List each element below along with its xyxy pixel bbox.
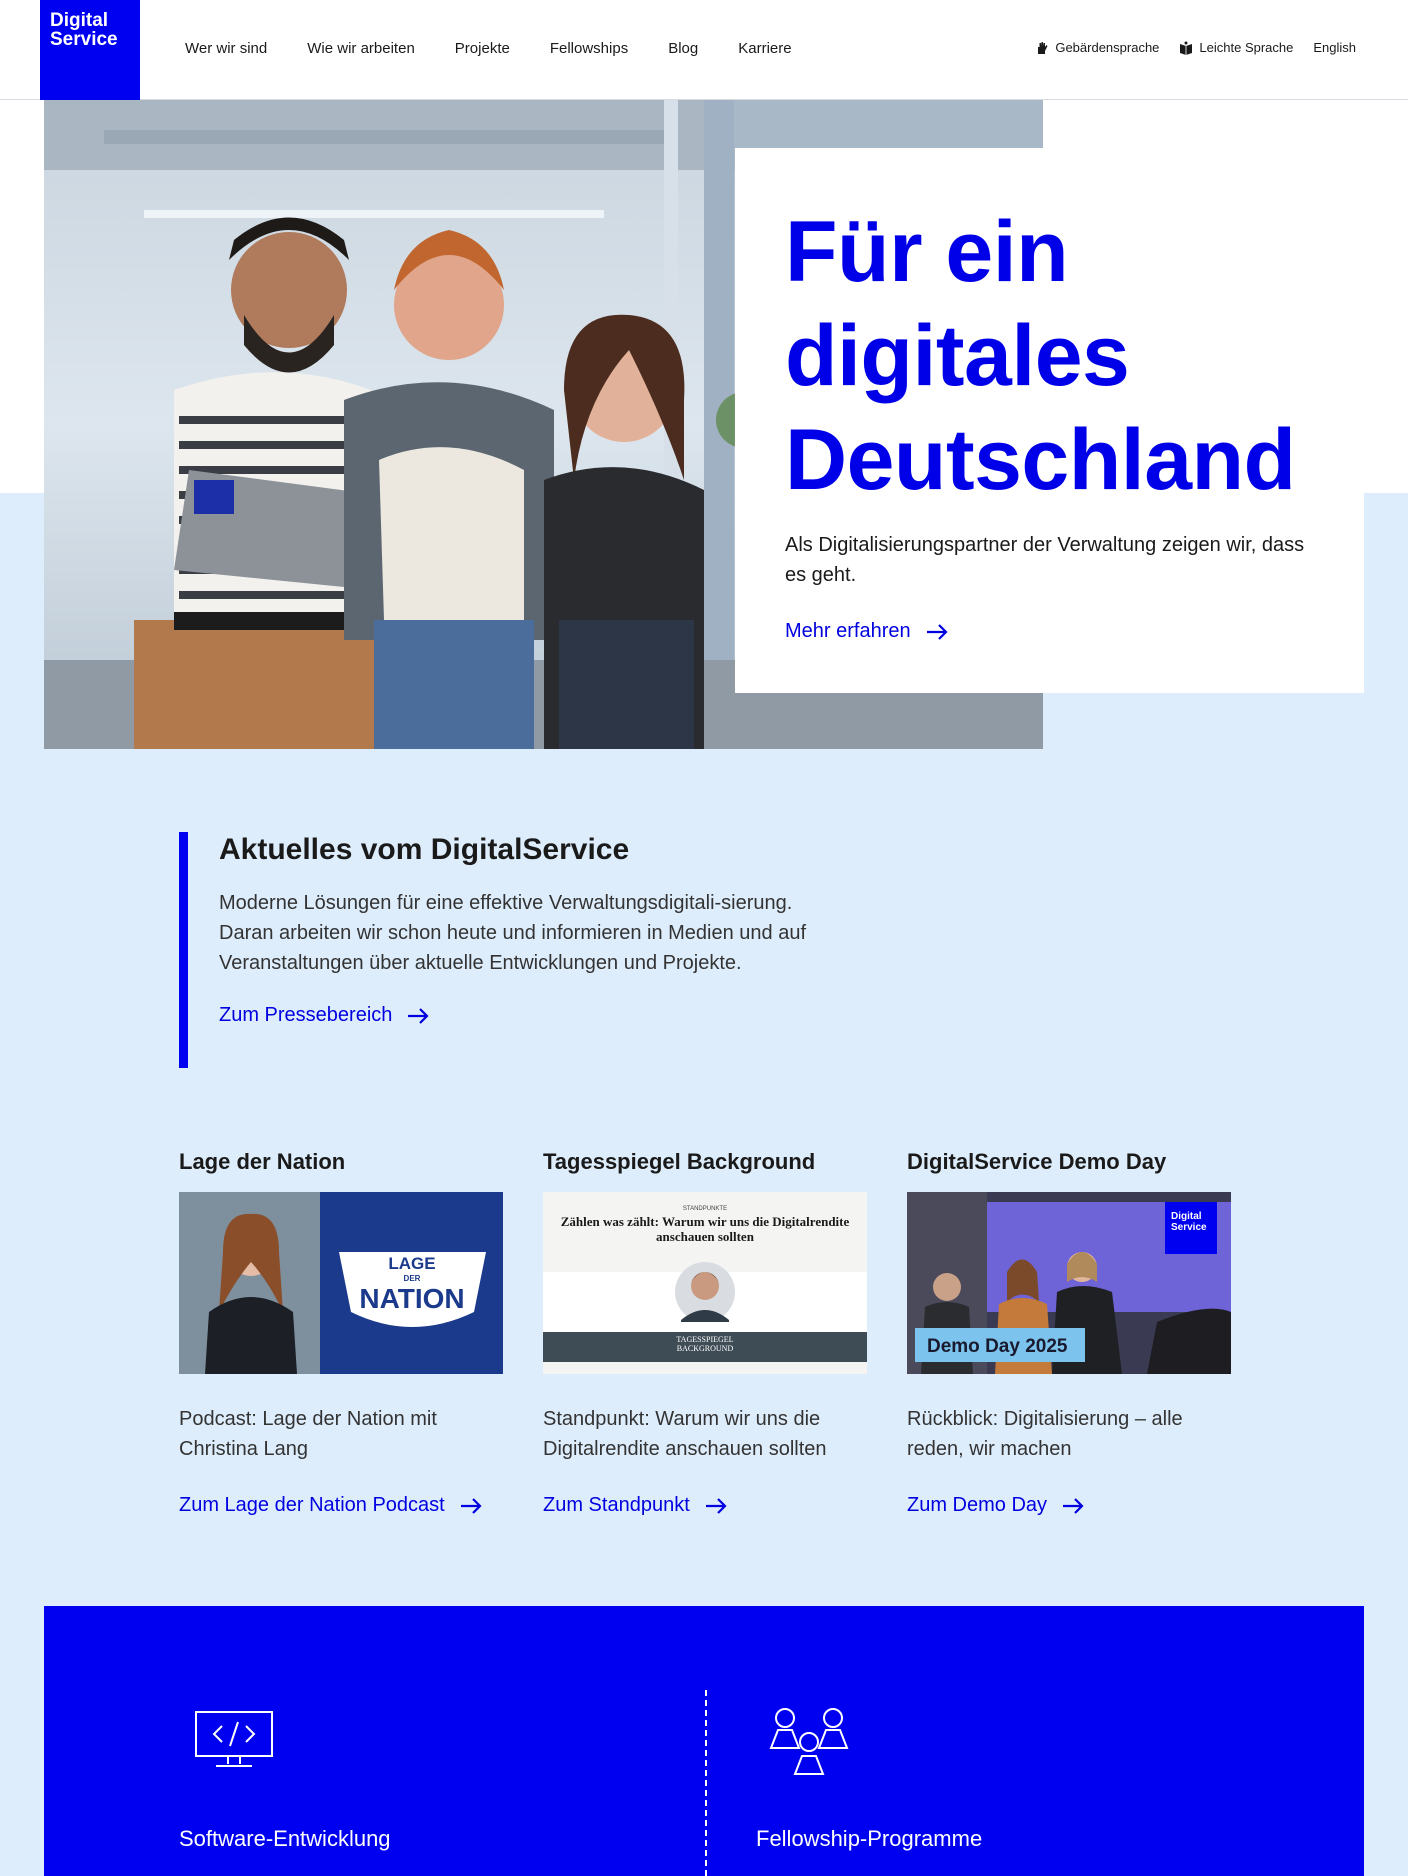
nav-item-fellowships[interactable]: Fellowships (550, 40, 628, 57)
nav-item-karriere[interactable]: Karriere (738, 40, 791, 57)
book-icon (1180, 41, 1193, 55)
card-title: DigitalService Demo Day (907, 1149, 1167, 1174)
tagesspiegel-thumbnail: STANDPUNKTE Zählen was zählt: Warum wir … (543, 1192, 867, 1374)
tagesspiegel-headline: Zählen was zählt: Warum wir uns die Digi… (560, 1214, 850, 1244)
lage-logo-text-1: LAGE (388, 1254, 435, 1273)
card-text: Standpunkt: Warum wir uns die Digitalren… (543, 1408, 827, 1460)
arrow-right-icon (408, 1007, 429, 1024)
site-header: Digital Service Wer wir sind Wie wir arb… (0, 0, 1408, 100)
hero-card: Für ein digitales Deutschland Als Digita… (735, 148, 1364, 693)
arrow-right-icon (460, 1497, 482, 1514)
lage-der-nation-link[interactable]: Zum Lage der Nation Podcast (179, 1494, 483, 1517)
nav-item-blog[interactable]: Blog (668, 40, 698, 57)
standpunkt-link-label: Zum Standpunkt (543, 1494, 690, 1516)
mehr-erfahren-link[interactable]: Mehr erfahren (785, 620, 949, 643)
demo-day-link[interactable]: Zum Demo Day (907, 1494, 1085, 1517)
dashed-divider (705, 1690, 707, 1876)
service-software-entwicklung[interactable]: Software-Entwicklung (179, 1826, 391, 1852)
news-title: Aktuelles vom DigitalService (219, 833, 630, 866)
mehr-erfahren-label: Mehr erfahren (785, 620, 911, 642)
news-card-demo-day: DigitalService Demo Day Digital Service (907, 1148, 1231, 1517)
hero-title-line-3: Deutschland (785, 412, 1296, 508)
main-navigation: Wer wir sind Wie wir arbeiten Projekte F… (185, 40, 792, 57)
sign-language-label: Gebärdensprache (1055, 40, 1160, 55)
card-text: Rückblick: Digitalisierung – alle reden,… (907, 1408, 1183, 1460)
tagesspiegel-kicker: STANDPUNKTE (683, 1206, 727, 1212)
lage-der-nation-thumbnail: LAGE DER NATION (179, 1192, 503, 1374)
pressebereich-link[interactable]: Zum Pressebereich (219, 1004, 430, 1027)
digitalservice-logo[interactable]: Digital Service (40, 0, 140, 100)
demo-day-logo-line-2: Service (1171, 1222, 1207, 1233)
easy-language-link[interactable]: Leichte Sprache (1179, 40, 1293, 55)
demo-day-logo-line-1: Digital (1171, 1211, 1202, 1222)
demo-day-badge: Demo Day 2025 (927, 1336, 1068, 1357)
tagesspiegel-footer-logo: TAGESSPIEGEL BACKGROUND (676, 1335, 734, 1353)
demo-day-image[interactable]: Digital Service Demo Day 2025 (907, 1192, 1231, 1374)
news-card-lage-der-nation: Lage der Nation LAGE DER NATION Podcast:… (179, 1148, 503, 1517)
card-title: Tagesspiegel Background (543, 1149, 816, 1174)
service-fellowship-programme[interactable]: Fellowship-Programme (756, 1826, 982, 1852)
english-link[interactable]: English (1313, 40, 1356, 55)
services-section: Software-Entwicklung Fellowship-Programm… (44, 1606, 1364, 1876)
hero-title-line-2: digitales (785, 308, 1130, 404)
demo-day-link-label: Zum Demo Day (907, 1494, 1048, 1516)
news-intro-section: Aktuelles vom DigitalService Moderne Lös… (179, 832, 819, 1068)
easy-language-label: Leichte Sprache (1199, 40, 1294, 55)
lage-logo-text-2: DER (404, 1274, 421, 1283)
nav-item-wie-wir-arbeiten[interactable]: Wie wir arbeiten (307, 40, 415, 57)
logo-line-1: Digital (50, 10, 109, 31)
lage-der-nation-link-label: Zum Lage der Nation Podcast (179, 1494, 445, 1516)
english-label: English (1313, 40, 1356, 55)
arrow-right-icon (1063, 1497, 1084, 1514)
hero-title-line-1: Für ein (785, 204, 1069, 300)
utility-navigation: Gebärdensprache Leichte Sprache English (1035, 40, 1356, 55)
hand-icon (1038, 41, 1048, 54)
standpunkt-link[interactable]: Zum Standpunkt (543, 1494, 728, 1517)
arrow-right-icon (926, 623, 948, 640)
news-text: Moderne Lösungen für eine effektive Verw… (219, 892, 807, 974)
card-title: Lage der Nation (179, 1149, 346, 1174)
sign-language-link[interactable]: Gebärdensprache (1035, 40, 1159, 55)
logo-line-2: Service (50, 29, 118, 50)
lage-logo-text-3: NATION (359, 1283, 464, 1314)
lage-der-nation-image[interactable]: LAGE DER NATION (179, 1192, 503, 1374)
monitor-code-icon (195, 1711, 273, 1767)
nav-item-wer-wir-sind[interactable]: Wer wir sind (185, 40, 267, 57)
hero-title: Für ein digitales Deutschland (785, 200, 1314, 512)
hero-subtitle: Als Digitalisierungspartner der Verwaltu… (785, 534, 1305, 586)
news-cards: Lage der Nation LAGE DER NATION Podcast:… (179, 1148, 1231, 1517)
nav-item-projekte[interactable]: Projekte (455, 40, 510, 57)
demo-day-thumbnail: Digital Service Demo Day 2025 (907, 1192, 1231, 1374)
pressebereich-label: Zum Pressebereich (219, 1004, 393, 1026)
card-text: Podcast: Lage der Nation mit Christina L… (179, 1408, 437, 1460)
people-group-icon (769, 1708, 849, 1775)
arrow-right-icon (705, 1497, 727, 1514)
tagesspiegel-image[interactable]: STANDPUNKTE Zählen was zählt: Warum wir … (543, 1192, 867, 1374)
news-card-tagesspiegel: Tagesspiegel Background STANDPUNKTE Zähl… (543, 1148, 867, 1517)
